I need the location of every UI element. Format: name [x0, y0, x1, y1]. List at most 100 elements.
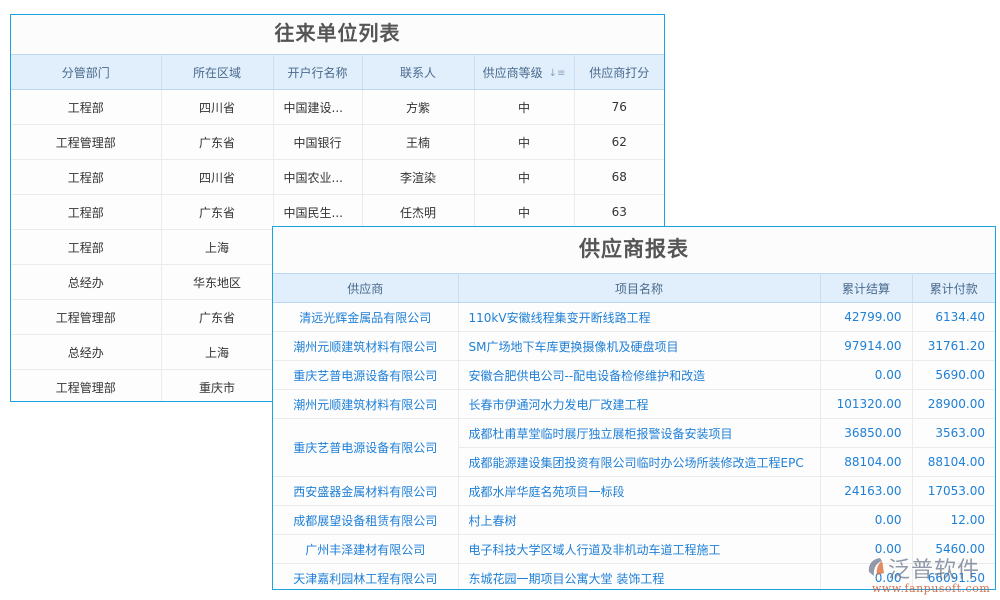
supplier-table-row[interactable]: 天津嘉利园林工程有限公司 东城花园一期项目公寓大堂 装饰工程 0.00 66091.5… — [273, 563, 995, 589]
supplier-score-cell: 62 — [574, 124, 664, 160]
supplier-table-row[interactable]: 重庆艺普电源设备有限公司 成都杜甫草堂临时展厅独立展柜报警设备安装项目 36850.… — [273, 418, 995, 477]
project-name-cell[interactable]: 110kV安徽线程集变开断线路工程 — [458, 302, 821, 332]
region-cell: 上海 — [161, 334, 274, 370]
contact-cell: 任杰明 — [362, 194, 475, 230]
partner-list-header-row: 分管部门 所在区域 开户行名称 联系人 供应商等级 ↓≡ 供应商打分 — [11, 54, 664, 90]
supplier-name-cell[interactable]: 潮州元顺建筑材料有限公司 — [273, 331, 459, 361]
column-header-cumulative-payment[interactable]: 累计付款 — [912, 273, 995, 303]
supplier-report-panel: 供应商报表 供应商 项目名称 累计结算 累计付款 清远光辉金属品有限公司 110k… — [272, 226, 996, 590]
partner-table-row[interactable]: 工程部 广东省 中国民生... 任杰明中 63 — [11, 194, 664, 230]
department-cell: 总经办 — [11, 334, 162, 370]
cumulative-payment-cell: 6134.40 — [912, 302, 995, 332]
supplier-table-row[interactable]: 清远光辉金属品有限公司 110kV安徽线程集变开断线路工程 42799.00 6134… — [273, 302, 995, 332]
supplier-table-row[interactable]: 广州丰泽建材有限公司 电子科技大学区域人行道及非机动车道工程施工 0.00 5460.… — [273, 534, 995, 564]
partner-table-row[interactable]: 工程部 四川省 中国建设... 方紫中 76 — [11, 89, 664, 125]
partner-list-title: 往来单位列表 — [11, 15, 664, 54]
contact-cell: 方紫 — [362, 89, 475, 125]
cumulative-payment-cell: 28900.00 — [912, 389, 995, 419]
cumulative-settlement-cell: 42799.00 — [820, 302, 913, 332]
region-cell: 重庆市 — [161, 369, 274, 401]
supplier-score-cell: 63 — [574, 194, 664, 230]
cumulative-settlement-cell: 36850.00 — [820, 418, 913, 448]
column-header-project-name[interactable]: 项目名称 — [458, 273, 821, 303]
cumulative-settlement-cell: 0.00 — [820, 360, 913, 390]
region-cell: 华东地区 — [161, 264, 274, 300]
supplier-table-row[interactable]: 潮州元顺建筑材料有限公司 SM广场地下车库更换摄像机及硬盘项目 97914.00 31… — [273, 331, 995, 361]
contact-cell: 李渲染 — [362, 159, 475, 195]
supplier-name-cell[interactable]: 清远光辉金属品有限公司 — [273, 302, 459, 332]
department-cell: 工程部 — [11, 194, 162, 230]
supplier-table-row[interactable]: 潮州元顺建筑材料有限公司 长春市伊通河水力发电厂改建工程 101320.00 2890… — [273, 389, 995, 419]
region-cell: 四川省 — [161, 89, 274, 125]
cumulative-payment-cell: 88104.00 — [912, 447, 995, 477]
department-cell: 总经办 — [11, 264, 162, 300]
column-header-supplier-score[interactable]: 供应商打分 — [574, 54, 664, 90]
project-name-cell[interactable]: 成都杜甫草堂临时展厅独立展柜报警设备安装项目 — [458, 418, 821, 448]
department-cell: 工程部 — [11, 159, 162, 195]
column-header-region[interactable]: 所在区域 — [161, 54, 274, 90]
supplier-name-cell[interactable]: 重庆艺普电源设备有限公司 — [273, 418, 459, 477]
cumulative-settlement-cell: 24163.00 — [820, 476, 913, 506]
supplier-level-cell: 中 — [474, 159, 575, 195]
column-header-bank[interactable]: 开户行名称 — [273, 54, 363, 90]
cumulative-payment-cell: 66091.50 — [912, 563, 995, 589]
cumulative-settlement-cell: 0.00 — [820, 534, 913, 564]
supplier-name-cell[interactable]: 潮州元顺建筑材料有限公司 — [273, 389, 459, 419]
contact-cell: 王楠 — [362, 124, 475, 160]
supplier-name-cell[interactable]: 成都展望设备租赁有限公司 — [273, 505, 459, 535]
department-cell: 工程部 — [11, 229, 162, 265]
department-cell: 工程管理部 — [11, 124, 162, 160]
supplier-report-table: 供应商 项目名称 累计结算 累计付款 清远光辉金属品有限公司 110kV安徽线程集… — [273, 273, 995, 589]
cumulative-payment-cell: 5690.00 — [912, 360, 995, 390]
supplier-table-row[interactable]: 成都展望设备租赁有限公司 村上春树 0.00 12.00 — [273, 505, 995, 535]
cumulative-payment-cell: 31761.20 — [912, 331, 995, 361]
project-name-cell[interactable]: 东城花园一期项目公寓大堂 装饰工程 — [458, 563, 821, 589]
cumulative-settlement-cell: 97914.00 — [820, 331, 913, 361]
cumulative-settlement-cell: 101320.00 — [820, 389, 913, 419]
column-header-supplier[interactable]: 供应商 — [273, 273, 459, 303]
supplier-name-cell[interactable]: 广州丰泽建材有限公司 — [273, 534, 459, 564]
project-name-cell[interactable]: 成都水岸华庭名苑项目一标段 — [458, 476, 821, 506]
supplier-level-cell: 中 — [474, 124, 575, 160]
project-name-cell[interactable]: 村上春树 — [458, 505, 821, 535]
cumulative-settlement-cell: 0.00 — [820, 505, 913, 535]
project-name-cell[interactable]: 电子科技大学区域人行道及非机动车道工程施工 — [458, 534, 821, 564]
department-cell: 工程管理部 — [11, 369, 162, 401]
column-header-cumulative-settlement[interactable]: 累计结算 — [820, 273, 913, 303]
supplier-level-cell: 中 — [474, 89, 575, 125]
cumulative-payment-cell: 12.00 — [912, 505, 995, 535]
supplier-report-title: 供应商报表 — [273, 227, 995, 273]
supplier-name-cell[interactable]: 天津嘉利园林工程有限公司 — [273, 563, 459, 589]
cumulative-settlement-cell: 88104.00 — [820, 447, 913, 477]
supplier-score-cell: 76 — [574, 89, 664, 125]
supplier-level-cell: 中 — [474, 194, 575, 230]
cumulative-payment-cell: 3563.00 — [912, 418, 995, 448]
department-cell: 工程管理部 — [11, 299, 162, 335]
department-cell: 工程部 — [11, 89, 162, 125]
bank-cell: 中国银行 — [273, 124, 363, 160]
cumulative-settlement-cell: 0.00 — [820, 563, 913, 589]
project-name-cell[interactable]: 成都能源建设集团投资有限公司临时办公场所装修改造工程EPC — [458, 447, 821, 477]
supplier-table-row[interactable]: 重庆艺普电源设备有限公司 安徽合肥供电公司--配电设备检修维护和改造 0.00 569… — [273, 360, 995, 390]
column-header-department[interactable]: 分管部门 — [11, 54, 162, 90]
column-header-contact[interactable]: 联系人 — [362, 54, 475, 90]
cumulative-payment-cell: 17053.00 — [912, 476, 995, 506]
sort-descending-icon[interactable]: ↓≡ — [549, 68, 566, 79]
cumulative-payment-cell: 5460.00 — [912, 534, 995, 564]
region-cell: 四川省 — [161, 159, 274, 195]
region-cell: 广东省 — [161, 124, 274, 160]
partner-table-row[interactable]: 工程部 四川省 中国农业... 李渲染中 68 — [11, 159, 664, 195]
project-name-cell[interactable]: 安徽合肥供电公司--配电设备检修维护和改造 — [458, 360, 821, 390]
partner-table-row[interactable]: 工程管理部 广东省 中国银行 王楠中 62 — [11, 124, 664, 160]
region-cell: 广东省 — [161, 299, 274, 335]
project-name-cell[interactable]: 长春市伊通河水力发电厂改建工程 — [458, 389, 821, 419]
supplier-score-cell: 68 — [574, 159, 664, 195]
column-header-supplier-level[interactable]: 供应商等级 ↓≡ — [474, 54, 575, 90]
supplier-name-cell[interactable]: 西安盛器金属材料有限公司 — [273, 476, 459, 506]
bank-cell: 中国建设... — [273, 89, 363, 125]
region-cell: 广东省 — [161, 194, 274, 230]
supplier-table-row[interactable]: 西安盛器金属材料有限公司 成都水岸华庭名苑项目一标段 24163.00 17053.0… — [273, 476, 995, 506]
bank-cell: 中国农业... — [273, 159, 363, 195]
project-name-cell[interactable]: SM广场地下车库更换摄像机及硬盘项目 — [458, 331, 821, 361]
supplier-name-cell[interactable]: 重庆艺普电源设备有限公司 — [273, 360, 459, 390]
